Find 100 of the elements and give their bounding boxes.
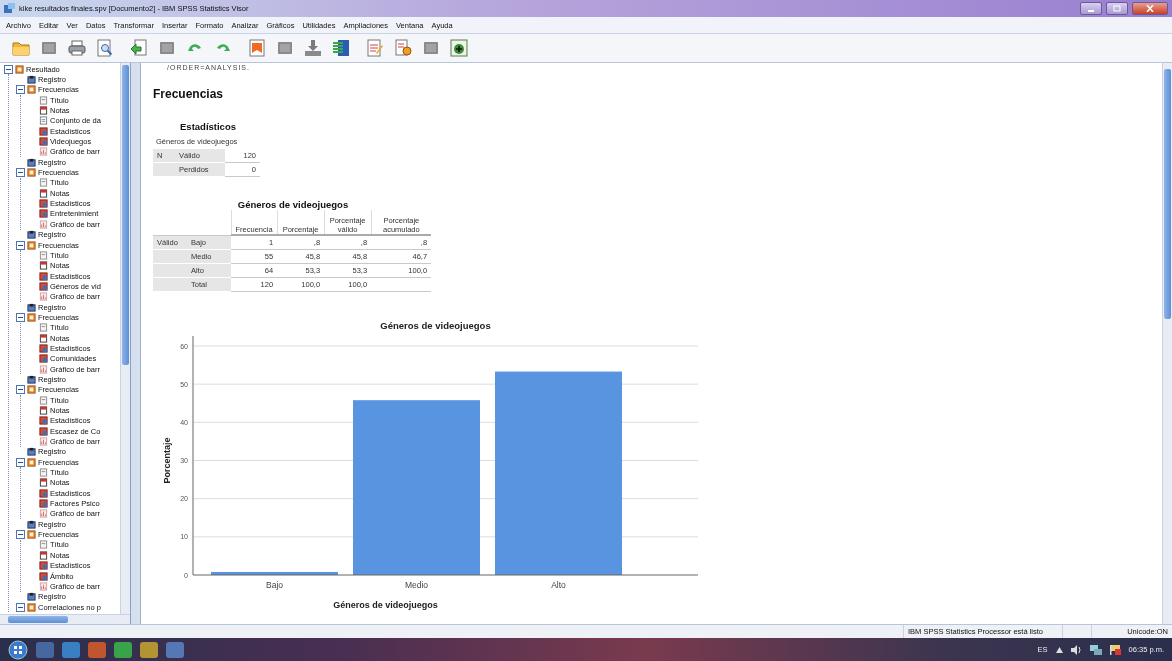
book-icon xyxy=(27,530,36,540)
notes-icon xyxy=(39,261,48,271)
up-arrow-icon[interactable] xyxy=(1055,646,1063,653)
chart-icon xyxy=(39,219,48,229)
page-icon xyxy=(39,468,48,478)
expand-toggle[interactable] xyxy=(16,385,25,395)
table-icon xyxy=(39,209,48,219)
notebook-icon xyxy=(27,75,36,84)
notebook-icon xyxy=(27,447,36,457)
book-icon xyxy=(27,240,36,250)
scrollbar[interactable] xyxy=(1162,63,1172,624)
table-icon xyxy=(39,488,48,498)
expand-toggle[interactable] xyxy=(16,602,25,612)
blank-icon xyxy=(158,39,176,57)
page-icon xyxy=(39,395,48,405)
notes-icon xyxy=(39,106,48,116)
magnifier-icon xyxy=(96,39,114,57)
script-icon xyxy=(394,39,412,57)
list-icon xyxy=(332,39,350,57)
chart-icon xyxy=(39,147,48,157)
folder-icon xyxy=(12,39,30,57)
notebook-icon xyxy=(27,230,36,240)
flag-icon[interactable] xyxy=(1109,644,1121,655)
table-icon xyxy=(39,281,48,291)
page-icon xyxy=(39,178,48,188)
taskbar-icon[interactable] xyxy=(36,641,54,658)
notebook-icon xyxy=(27,592,36,602)
taskbar-icon[interactable] xyxy=(166,641,184,658)
toolbar-button[interactable] xyxy=(330,37,352,59)
print-icon xyxy=(68,39,86,57)
toolbar-button[interactable] xyxy=(448,37,470,59)
table-icon xyxy=(39,343,48,353)
chart-icon xyxy=(39,364,48,374)
table-icon xyxy=(39,137,48,147)
book-icon xyxy=(15,64,24,74)
page-icon xyxy=(39,540,48,550)
speaker-icon[interactable] xyxy=(1070,644,1082,655)
notebook-icon xyxy=(27,302,36,312)
close-icon xyxy=(1146,5,1154,12)
taskbar-icon[interactable] xyxy=(62,641,80,658)
chart-icon xyxy=(39,581,48,591)
start-button[interactable] xyxy=(8,639,28,660)
close-button[interactable] xyxy=(1132,2,1168,15)
expand-toggle[interactable] xyxy=(16,457,25,467)
maximize-button[interactable] xyxy=(1106,2,1128,15)
expand-toggle[interactable] xyxy=(16,168,25,178)
taskbar-icon[interactable] xyxy=(88,641,106,658)
book-icon xyxy=(27,602,36,612)
notes-icon xyxy=(39,478,48,488)
book-icon xyxy=(27,457,36,467)
category-label: Alto xyxy=(551,580,566,590)
plus-icon xyxy=(450,39,468,57)
output-heading: Frecuencias xyxy=(153,87,224,101)
chart-title: Géneros de videojuegos xyxy=(380,320,491,331)
expand-toggle[interactable] xyxy=(4,64,13,74)
expand-toggle[interactable] xyxy=(16,85,25,95)
book-icon xyxy=(27,385,36,395)
notes-icon xyxy=(39,333,48,343)
download-icon xyxy=(304,39,322,57)
edit-page-icon xyxy=(366,39,384,57)
table-icon xyxy=(39,416,48,426)
notes-icon xyxy=(39,550,48,560)
notes-icon xyxy=(39,188,48,198)
chart-icon xyxy=(39,292,48,302)
book-icon xyxy=(27,85,36,95)
minimize-button[interactable] xyxy=(1080,2,1102,15)
table-icon xyxy=(39,571,48,581)
taskbar-icon[interactable] xyxy=(114,641,132,658)
app-icon xyxy=(4,3,15,14)
category-label: Bajo xyxy=(266,580,283,590)
notebook-icon xyxy=(27,519,36,529)
book-icon xyxy=(27,168,36,178)
chart-icon xyxy=(39,509,48,519)
notebook-icon xyxy=(27,375,36,384)
page-icon xyxy=(39,323,48,333)
taskbar-icon[interactable] xyxy=(140,641,158,658)
page-icon xyxy=(39,95,48,105)
network-icon[interactable] xyxy=(1089,644,1102,655)
export-icon xyxy=(130,39,148,57)
star-page-icon xyxy=(248,39,266,57)
notes-icon xyxy=(39,406,48,415)
table-icon xyxy=(39,199,48,209)
scrollbar[interactable] xyxy=(120,63,130,614)
table-icon xyxy=(39,561,48,571)
maximize-icon xyxy=(1113,5,1121,12)
table-icon xyxy=(39,271,48,281)
expand-toggle[interactable] xyxy=(16,240,25,250)
page-icon xyxy=(39,250,48,260)
blank-icon xyxy=(276,39,294,57)
category-label: Medio xyxy=(404,580,429,590)
axis-title: Géneros de videojuegos xyxy=(333,600,438,610)
notebook-icon xyxy=(27,157,36,167)
expand-toggle[interactable] xyxy=(16,530,25,540)
table-title: Géneros de videojuegos xyxy=(236,199,350,210)
page-icon xyxy=(39,116,48,126)
table-icon xyxy=(39,499,48,509)
table-icon xyxy=(39,126,48,136)
expand-toggle[interactable] xyxy=(16,312,25,322)
blank-icon xyxy=(40,39,58,57)
scrollbar[interactable] xyxy=(0,614,130,624)
